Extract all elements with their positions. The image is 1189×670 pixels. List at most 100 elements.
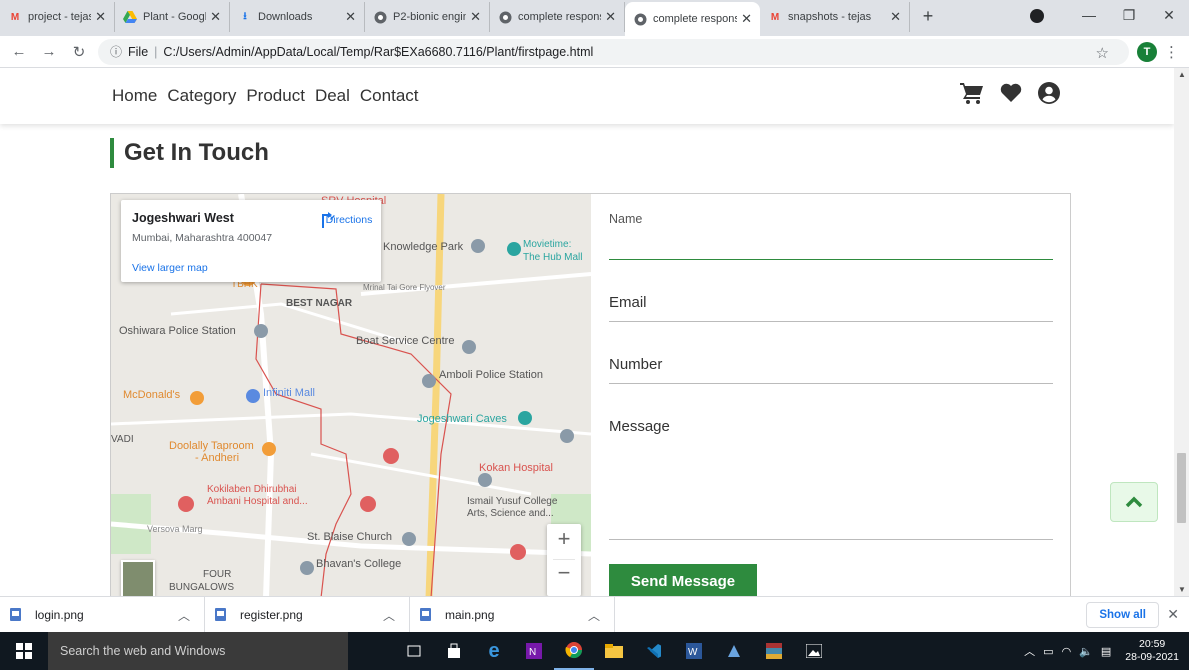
chevron-up-icon[interactable]: ︿ xyxy=(383,607,395,624)
photos-icon[interactable] xyxy=(794,632,834,670)
taskbar-search-input[interactable]: Search the web and Windows xyxy=(48,632,348,670)
task-view-icon[interactable] xyxy=(394,632,434,670)
profile-dot-icon[interactable] xyxy=(1030,9,1044,23)
edge-icon[interactable]: e xyxy=(474,632,514,670)
download-item[interactable]: main.png ︿ xyxy=(410,596,615,633)
user-circle-icon[interactable] xyxy=(1038,82,1060,109)
close-icon[interactable]: ✕ xyxy=(890,9,901,25)
embedded-map[interactable]: SRV Hospital Knowledge Park Movietime: T… xyxy=(111,194,591,596)
map-label: VADI xyxy=(111,434,134,445)
address-url: C:/Users/Admin/AppData/Local/Temp/Rar$EX… xyxy=(163,44,594,59)
close-icon[interactable]: ✕ xyxy=(95,9,106,25)
address-prefix: File xyxy=(128,44,149,59)
browser-tab[interactable]: Plant - Google Dr ✕ xyxy=(115,2,230,32)
reload-icon[interactable]: ↻ xyxy=(68,43,90,61)
nav-deal[interactable]: Deal xyxy=(315,86,350,106)
gmail-icon: M xyxy=(10,11,20,23)
map-label: Kokan Hospital xyxy=(479,462,553,474)
volume-icon[interactable]: 🔈 xyxy=(1079,645,1093,658)
wifi-icon[interactable]: ◠ xyxy=(1062,645,1072,658)
nav-contact[interactable]: Contact xyxy=(360,86,419,106)
scrollbar-thumb[interactable] xyxy=(1177,453,1186,523)
browser-tab[interactable]: P2-bionic engine ✕ xyxy=(365,2,490,32)
file-explorer-icon[interactable] xyxy=(594,632,634,670)
map-label: Infiniti Mall xyxy=(263,387,315,399)
email-field[interactable]: Email xyxy=(609,260,1053,322)
browser-tab-active[interactable]: complete respons ✕ xyxy=(625,2,760,36)
word-icon[interactable]: W xyxy=(674,632,714,670)
map-label: Bhavan's College xyxy=(316,558,401,570)
close-icon[interactable]: ✕ xyxy=(741,11,752,27)
page-scrollbar[interactable]: ▲ ▼ xyxy=(1174,68,1189,596)
zoom-in-button[interactable]: + xyxy=(547,526,581,552)
map-label: St. Blaise Church xyxy=(307,531,392,543)
heart-icon[interactable] xyxy=(1000,83,1022,108)
close-icon[interactable]: ✕ xyxy=(605,9,616,25)
map-place-name: Jogeshwari West xyxy=(132,211,234,225)
forward-icon[interactable]: → xyxy=(38,43,60,60)
close-icon[interactable]: ✕ xyxy=(345,9,356,25)
close-window-icon[interactable]: ✕ xyxy=(1149,7,1189,24)
clock[interactable]: 20:59 28-09-2021 xyxy=(1125,638,1179,664)
store-icon[interactable] xyxy=(434,632,474,670)
download-item[interactable]: register.png ︿ xyxy=(205,596,410,633)
show-all-downloads-button[interactable]: Show all xyxy=(1086,602,1159,628)
minimize-icon[interactable]: — xyxy=(1069,7,1109,23)
restore-icon[interactable]: ❐ xyxy=(1109,7,1149,24)
info-icon[interactable]: ⓘ xyxy=(110,43,122,60)
chrome-icon[interactable] xyxy=(554,632,594,670)
browser-tab[interactable]: M snapshots - tejas ✕ xyxy=(760,2,910,32)
browser-tab[interactable]: M project - tejaswin ✕ xyxy=(0,2,115,32)
browser-tab[interactable]: ⭳ Downloads ✕ xyxy=(230,2,365,32)
onenote-icon[interactable]: N xyxy=(514,632,554,670)
new-tab-button[interactable]: + xyxy=(916,6,940,27)
download-item[interactable]: login.png ︿ xyxy=(0,596,205,633)
close-icon[interactable]: ✕ xyxy=(210,9,221,25)
message-field[interactable]: Message xyxy=(609,384,1053,540)
image-file-icon xyxy=(215,608,226,621)
globe-icon xyxy=(498,10,512,24)
address-separator: | xyxy=(154,44,158,59)
chevron-up-icon[interactable]: ︿ xyxy=(1024,643,1035,659)
map-zoom-controls: + − xyxy=(547,524,581,596)
chevron-up-icon[interactable]: ︿ xyxy=(178,607,190,624)
svg-text:N: N xyxy=(529,647,536,658)
view-larger-map-link[interactable]: View larger map xyxy=(132,262,208,274)
nav-category[interactable]: Category xyxy=(167,86,236,106)
profile-avatar[interactable]: T xyxy=(1137,42,1157,62)
zoom-out-button[interactable]: − xyxy=(547,560,581,586)
windows-start-icon[interactable] xyxy=(0,632,48,670)
notification-icon[interactable]: ▤ xyxy=(1101,645,1111,658)
bookmark-star-icon[interactable]: ☆ xyxy=(1096,44,1109,62)
battery-icon[interactable]: ▭ xyxy=(1043,645,1053,658)
browser-tab[interactable]: complete respons ✕ xyxy=(490,2,625,32)
close-icon[interactable]: ✕ xyxy=(470,9,481,25)
satellite-toggle-thumbnail[interactable] xyxy=(121,560,155,596)
taskbar-apps: e N W xyxy=(394,632,834,670)
address-bar[interactable]: ⓘ File | C:/Users/Admin/AppData/Local/Te… xyxy=(98,38,1129,65)
scroll-to-top-button[interactable] xyxy=(1110,482,1158,522)
name-field[interactable]: Name xyxy=(609,194,1053,260)
close-icon[interactable]: ✕ xyxy=(1167,606,1179,623)
gmail-icon: M xyxy=(770,11,780,23)
clock-date: 28-09-2021 xyxy=(1125,651,1179,663)
scroll-up-arrow-icon[interactable]: ▲ xyxy=(1178,70,1186,79)
directions-button[interactable]: Directions xyxy=(321,212,377,228)
back-icon[interactable]: ← xyxy=(8,43,30,60)
send-message-button[interactable]: Send Message xyxy=(609,564,757,596)
winrar-icon[interactable] xyxy=(754,632,794,670)
chevron-up-icon xyxy=(1125,496,1143,508)
vscode-icon[interactable] xyxy=(634,632,674,670)
chevron-up-icon[interactable]: ︿ xyxy=(588,607,600,624)
nav-product[interactable]: Product xyxy=(246,86,305,106)
scroll-down-arrow-icon[interactable]: ▼ xyxy=(1178,585,1186,594)
number-field[interactable]: Number xyxy=(609,322,1053,384)
menu-kebab-icon[interactable]: ⋮ xyxy=(1164,43,1179,61)
nav-home[interactable]: Home xyxy=(112,86,157,106)
cart-icon[interactable] xyxy=(960,82,984,109)
map-label: Oshiwara Police Station xyxy=(119,325,236,337)
download-filename: register.png xyxy=(240,607,303,622)
map-label: McDonald's xyxy=(123,389,181,401)
app-icon[interactable] xyxy=(714,632,754,670)
map-label: Mrinal Tai Gore Flyover xyxy=(363,283,446,292)
